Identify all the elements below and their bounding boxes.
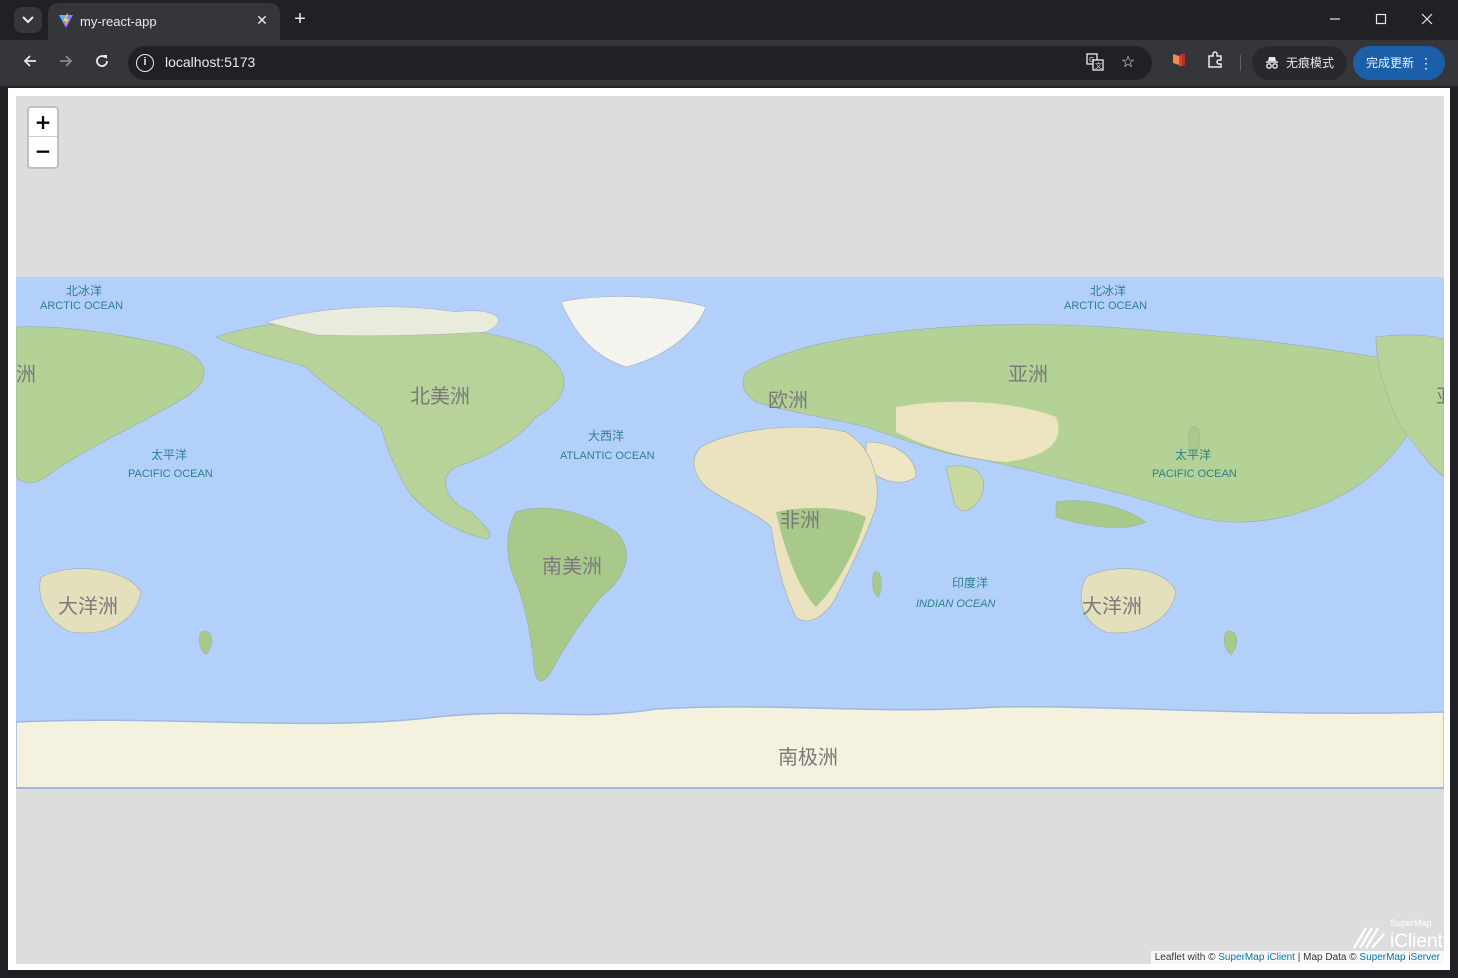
plus-icon[interactable]: + xyxy=(290,9,310,29)
incognito-label: 无痕模式 xyxy=(1286,56,1335,70)
atlantic-label-cn: 大西洋 xyxy=(588,429,625,443)
tab-active[interactable]: my-react-app ✕ xyxy=(48,3,280,40)
pacific-label-cn-left: 太平洋 xyxy=(151,448,188,462)
attribution-link-iclient[interactable]: SuperMap iClient xyxy=(1218,952,1295,963)
oceania-label-right: 大洋洲 xyxy=(1082,594,1142,618)
arctic-label-cn-right: 北冰洋 xyxy=(1090,284,1127,298)
translate-icon[interactable]: G文 xyxy=(1085,53,1105,73)
close-window-icon[interactable] xyxy=(1415,8,1439,32)
browser-toolbar: i localhost:5173 G文 ☆ 无痕模式 完成更新 ⋮ xyxy=(0,40,1458,86)
vite-favicon-icon xyxy=(59,13,73,28)
antarctica-label: 南极洲 xyxy=(778,745,838,769)
browser-window: my-react-app ✕ + i localhost:5173 G文 ☆ 无… xyxy=(0,0,1458,978)
pacific-label-en-left: PACIFIC OCEAN xyxy=(128,468,213,480)
tab-title: my-react-app xyxy=(80,14,157,29)
arctic-label-cn-left: 北冰洋 xyxy=(66,284,103,298)
url-text[interactable]: localhost:5173 xyxy=(165,54,255,70)
tab-search-icon[interactable] xyxy=(14,7,42,33)
south-america-label: 南美洲 xyxy=(542,554,602,578)
pacific-label-en-right: PACIFIC OCEAN xyxy=(1152,468,1237,480)
attribution-prefix: Leaflet with © xyxy=(1154,952,1219,963)
forward-icon[interactable] xyxy=(54,51,78,75)
incognito-icon xyxy=(1266,57,1278,69)
puzzle-icon[interactable] xyxy=(1203,51,1227,75)
logo-small-text: SuperMap xyxy=(1390,918,1432,928)
more-vert-icon[interactable]: ⋮ xyxy=(1419,46,1433,80)
zoom-in-button[interactable]: + xyxy=(29,108,57,137)
info-icon[interactable]: i xyxy=(136,54,154,72)
supermap-logo: SuperMap iClient xyxy=(1352,916,1444,952)
zoom-out-button[interactable]: − xyxy=(29,137,57,166)
europe-label: 欧洲 xyxy=(768,388,808,412)
reload-icon[interactable] xyxy=(90,51,114,75)
address-bar[interactable]: i localhost:5173 G文 ☆ xyxy=(128,46,1152,80)
minimize-icon[interactable] xyxy=(1323,8,1347,32)
arctic-label-en-left: ARCTIC OCEAN xyxy=(40,300,124,312)
asia-label: 亚洲 xyxy=(1008,362,1048,386)
map-container[interactable]: 北冰洋 ARCTIC OCEAN 北冰洋 ARCTIC OCEAN 洲 亚 北美… xyxy=(16,96,1444,964)
tab-strip: my-react-app ✕ + xyxy=(0,0,1458,40)
north-america-label: 北美洲 xyxy=(410,384,470,408)
update-button[interactable]: 完成更新 ⋮ xyxy=(1353,46,1445,80)
back-icon[interactable] xyxy=(18,51,42,75)
star-icon[interactable]: ☆ xyxy=(1118,53,1138,73)
incognito-badge[interactable]: 无痕模式 xyxy=(1252,46,1347,80)
zoom-control: + − xyxy=(27,106,59,169)
africa-label: 非洲 xyxy=(780,508,820,532)
atlantic-label-en: ATLANTIC OCEAN xyxy=(560,450,655,462)
pacific-label-cn-right: 太平洋 xyxy=(1175,448,1212,462)
toolbar-divider xyxy=(1240,55,1241,71)
logo-big-text: iClient xyxy=(1390,931,1444,950)
maximize-icon[interactable] xyxy=(1369,8,1393,32)
world-map-tiles[interactable] xyxy=(16,277,1444,789)
attribution-middle: | Map Data © xyxy=(1294,952,1360,963)
asia-label-left-fragment: 洲 xyxy=(16,362,36,386)
asia-label-right-fragment: 亚 xyxy=(1436,380,1444,409)
oceania-label-left: 大洋洲 xyxy=(58,594,118,618)
svg-text:文: 文 xyxy=(1095,61,1102,70)
attribution-link-iserver[interactable]: SuperMap iServer xyxy=(1359,952,1440,963)
indian-label-cn: 印度洋 xyxy=(952,576,989,590)
close-icon[interactable]: ✕ xyxy=(254,12,270,28)
update-label: 完成更新 xyxy=(1366,56,1415,70)
svg-text:G: G xyxy=(1089,56,1094,64)
extension-icon[interactable] xyxy=(1167,51,1191,75)
map-attribution: Leaflet with © SuperMap iClient | Map Da… xyxy=(1150,951,1444,964)
page-viewport: 北冰洋 ARCTIC OCEAN 北冰洋 ARCTIC OCEAN 洲 亚 北美… xyxy=(8,88,1450,970)
indian-label-en: INDIAN OCEAN xyxy=(916,598,996,610)
arctic-label-en-right: ARCTIC OCEAN xyxy=(1064,300,1148,312)
